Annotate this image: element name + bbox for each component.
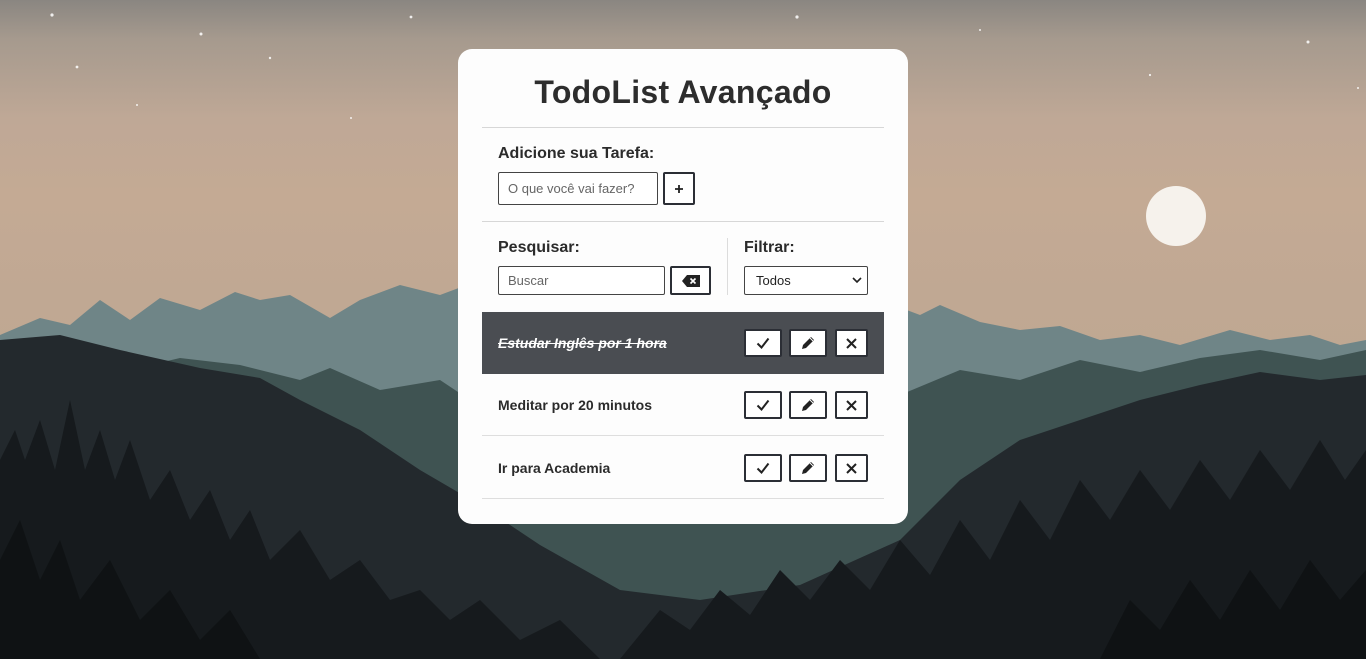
- add-task-label: Adicione sua Tarefa:: [498, 145, 655, 162]
- divider: [482, 221, 884, 222]
- edit-todo-button[interactable]: [789, 329, 827, 357]
- chevron-down-icon: [852, 277, 862, 284]
- todo-item: Estudar Inglês por 1 hora: [482, 312, 884, 374]
- add-task-input[interactable]: [498, 172, 658, 205]
- backspace-icon: [681, 274, 700, 287]
- todo-item: Ir para Academia: [482, 437, 884, 499]
- finish-todo-button[interactable]: [744, 454, 782, 482]
- divider: [482, 127, 884, 128]
- finish-todo-button[interactable]: [744, 329, 782, 357]
- clear-search-button[interactable]: [670, 266, 711, 295]
- close-icon: [846, 337, 857, 349]
- todo-item: Meditar por 20 minutos: [482, 374, 884, 436]
- finish-todo-button[interactable]: [744, 391, 782, 419]
- todo-card: TodoList Avançado Adicione sua Tarefa: P…: [458, 49, 908, 524]
- check-icon: [756, 337, 770, 349]
- todo-text: Meditar por 20 minutos: [498, 397, 653, 413]
- pencil-icon: [802, 462, 814, 474]
- remove-todo-button[interactable]: [835, 391, 868, 419]
- search-label: Pesquisar:: [498, 239, 580, 256]
- filter-label: Filtrar:: [744, 239, 795, 256]
- todo-text: Estudar Inglês por 1 hora: [498, 335, 667, 351]
- vertical-divider: [727, 238, 728, 295]
- close-icon: [846, 462, 857, 474]
- remove-todo-button[interactable]: [835, 329, 868, 357]
- divider: [482, 498, 884, 499]
- add-task-button[interactable]: [663, 172, 695, 205]
- pencil-icon: [802, 399, 814, 411]
- pencil-icon: [802, 337, 814, 349]
- check-icon: [756, 462, 770, 474]
- close-icon: [846, 399, 857, 411]
- edit-todo-button[interactable]: [789, 391, 827, 419]
- plus-icon: [675, 184, 683, 193]
- page-title: TodoList Avançado: [534, 74, 832, 110]
- divider: [482, 435, 884, 436]
- search-input[interactable]: [498, 266, 665, 295]
- todo-text: Ir para Academia: [498, 460, 611, 476]
- check-icon: [756, 399, 770, 411]
- filter-select[interactable]: Todos: [744, 266, 868, 295]
- remove-todo-button[interactable]: [835, 454, 868, 482]
- edit-todo-button[interactable]: [789, 454, 827, 482]
- moon: [1146, 186, 1206, 246]
- filter-selected-value: Todos: [756, 273, 791, 288]
